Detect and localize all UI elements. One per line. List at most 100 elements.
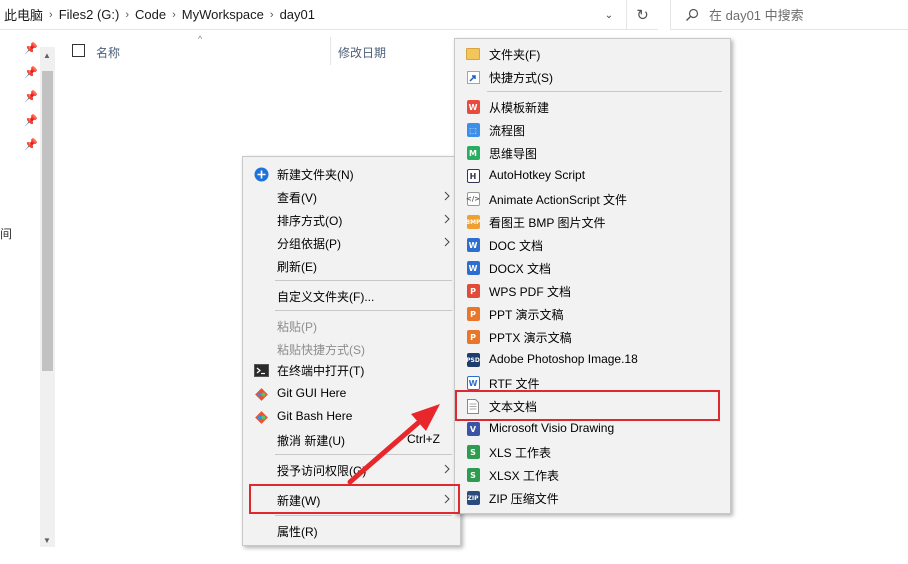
terminal-icon (253, 362, 269, 378)
menu-item-refresh[interactable]: 刷新(E) (243, 254, 460, 277)
menu-item-sort-by[interactable]: 排序方式(O) (243, 208, 460, 231)
menu-separator (275, 280, 452, 281)
submenu-arrow-icon (444, 464, 450, 474)
visio-icon: V (465, 421, 481, 437)
breadcrumb-separator-icon[interactable]: › (268, 9, 276, 21)
file-explorer-window: 此电脑 › Files2 (G:) › Code › MyWorkspace ›… (0, 0, 908, 564)
breadcrumb-separator-icon[interactable]: › (47, 9, 55, 21)
bmp-icon: BMP (465, 214, 481, 230)
breadcrumb-myworkspace[interactable]: MyWorkspace (178, 7, 268, 22)
breadcrumb-code[interactable]: Code (131, 7, 170, 22)
pin-icon[interactable]: 📌 (24, 91, 38, 103)
submenu-arrow-icon (444, 237, 450, 247)
shortcut-icon (465, 69, 481, 85)
doc-icon: W (465, 237, 481, 253)
menu-item-open-in-terminal[interactable]: 在终端中打开(T) (243, 358, 460, 381)
flowchart-icon: ⬚ (465, 122, 481, 138)
git-icon (253, 386, 269, 402)
zip-icon: ZIP (465, 490, 481, 506)
menu-separator (275, 454, 452, 455)
submenu-arrow-icon (444, 214, 450, 224)
column-name[interactable]: 名称 (96, 44, 120, 61)
breadcrumb-this-pc[interactable]: 此电脑 (0, 5, 47, 24)
scroll-down-icon[interactable]: ▼ (43, 536, 51, 545)
autohotkey-icon: H (465, 168, 481, 184)
menu-item-group-by[interactable]: 分组依据(P) (243, 231, 460, 254)
menu-item-customize-folder[interactable]: 自定义文件夹(F)... (243, 284, 460, 307)
xlsx-icon: S (465, 467, 481, 483)
menu-separator (275, 515, 452, 516)
actionscript-icon: </> (465, 191, 481, 207)
new-item-pptx[interactable]: P PPTX 演示文稿 (455, 325, 730, 348)
ppt-icon: P (465, 306, 481, 322)
folder-icon (465, 46, 481, 62)
new-item-shortcut[interactable]: 快捷方式(S) (455, 65, 730, 88)
menu-item-give-access[interactable]: 授予访问权限(G) (243, 458, 460, 481)
menu-item-git-gui[interactable]: Git GUI Here (243, 382, 460, 405)
shortcut-label: Ctrl+Z (407, 432, 440, 446)
scrollbar-thumb[interactable] (42, 71, 53, 371)
menu-item-paste[interactable]: 粘贴(P) (243, 314, 460, 337)
search-icon (686, 8, 699, 21)
pin-icon[interactable]: 📌 (24, 115, 38, 127)
column-date-modified[interactable]: 修改日期 (338, 44, 386, 61)
xls-icon: S (465, 444, 481, 460)
new-item-xlsx[interactable]: S XLSX 工作表 (455, 463, 730, 486)
search-box[interactable]: 在 day01 中搜索 (670, 0, 908, 30)
column-divider[interactable] (330, 37, 331, 65)
breadcrumb-separator-icon[interactable]: › (170, 9, 178, 21)
new-item-doc[interactable]: W DOC 文档 (455, 233, 730, 256)
highlight-box-new (249, 484, 460, 514)
menu-item-properties[interactable]: 属性(R) (243, 519, 460, 542)
new-item-zip[interactable]: ZIP ZIP 压缩文件 (455, 486, 730, 509)
highlight-box-text-document (455, 390, 720, 421)
new-item-flowchart[interactable]: ⬚ 流程图 (455, 118, 730, 141)
menu-item-view[interactable]: 查看(V) (243, 185, 460, 208)
menu-item-undo-new[interactable]: 撤消 新建(U) Ctrl+Z (243, 428, 460, 451)
menu-item-new-folder[interactable]: 新建文件夹(N) (243, 162, 460, 185)
select-all-checkbox[interactable] (72, 44, 85, 57)
menu-separator (487, 91, 722, 92)
new-item-wps-pdf[interactable]: P WPS PDF 文档 (455, 279, 730, 302)
breadcrumb-separator-icon[interactable]: › (123, 9, 131, 21)
menu-separator (275, 310, 452, 311)
pptx-icon: P (465, 329, 481, 345)
refresh-button[interactable]: ↻ (626, 0, 658, 30)
breadcrumb-drive[interactable]: Files2 (G:) (55, 7, 124, 22)
git-icon (253, 409, 269, 425)
new-item-photoshop[interactable]: PSD Adobe Photoshop Image.18 (455, 348, 730, 371)
new-item-mindmap[interactable]: M 思维导图 (455, 141, 730, 164)
new-submenu: 文件夹(F) 快捷方式(S) W 从模板新建 ⬚ 流程图 M 思维导图 H Au… (454, 38, 731, 514)
breadcrumb-day01[interactable]: day01 (276, 7, 319, 22)
new-item-from-template[interactable]: W 从模板新建 (455, 95, 730, 118)
nav-partial-label: 间 (0, 227, 13, 241)
new-item-autohotkey[interactable]: H AutoHotkey Script (455, 164, 730, 187)
mindmap-icon: M (465, 145, 481, 161)
new-item-xls[interactable]: S XLS 工作表 (455, 440, 730, 463)
rtf-icon: W (465, 375, 481, 391)
navigation-pane: 📌 📌 📌 📌 📌 间 ▲ ▼ (0, 31, 58, 564)
new-item-folder[interactable]: 文件夹(F) (455, 42, 730, 65)
new-folder-icon (253, 166, 269, 182)
new-item-actionscript[interactable]: </> Animate ActionScript 文件 (455, 187, 730, 210)
column-header: 名称 ^ 修改日期 (62, 31, 462, 71)
pdf-icon: P (465, 283, 481, 299)
breadcrumb: 此电脑 › Files2 (G:) › Code › MyWorkspace ›… (0, 0, 319, 30)
scroll-up-icon[interactable]: ▲ (43, 51, 51, 60)
pin-icon[interactable]: 📌 (24, 67, 38, 79)
new-item-bmp[interactable]: BMP 看图王 BMP 图片文件 (455, 210, 730, 233)
new-item-docx[interactable]: W DOCX 文档 (455, 256, 730, 279)
submenu-arrow-icon (444, 191, 450, 201)
docx-icon: W (465, 260, 481, 276)
nav-scrollbar[interactable]: ▲ ▼ (40, 47, 55, 547)
sort-ascending-icon: ^ (198, 34, 203, 44)
pin-icon[interactable]: 📌 (24, 139, 38, 151)
menu-item-git-bash[interactable]: Git Bash Here (243, 405, 460, 428)
address-dropdown-icon[interactable]: ⌄ (598, 0, 620, 30)
new-item-ppt[interactable]: P PPT 演示文稿 (455, 302, 730, 325)
address-bar[interactable]: 此电脑 › Files2 (G:) › Code › MyWorkspace ›… (0, 0, 658, 30)
pin-icon[interactable]: 📌 (24, 43, 38, 55)
wps-template-icon: W (465, 99, 481, 115)
psd-icon: PSD (465, 352, 481, 368)
menu-item-paste-shortcut[interactable]: 粘贴快捷方式(S) (243, 337, 460, 360)
